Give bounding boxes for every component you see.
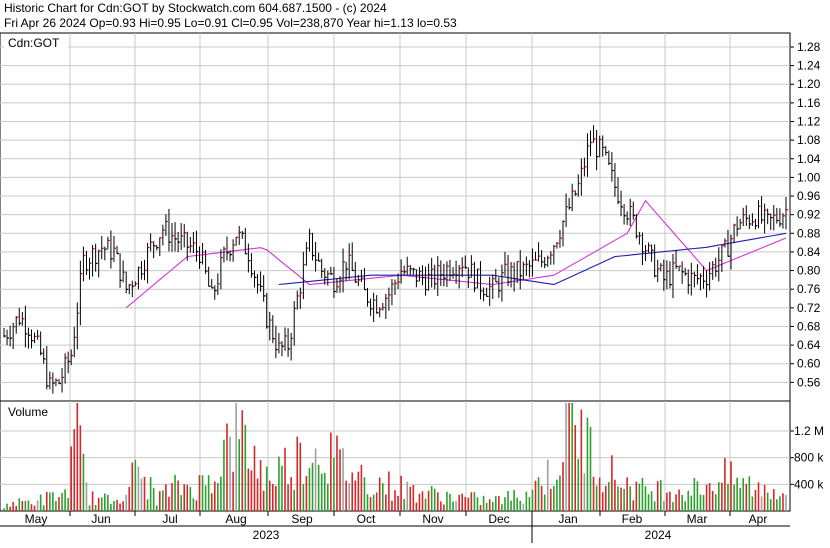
month-label: Oct — [357, 512, 376, 526]
price-tick-label: 0.96 — [797, 189, 821, 203]
year-label: 2024 — [645, 528, 672, 542]
month-label: Mar — [687, 512, 708, 526]
month-label: Jan — [558, 512, 577, 526]
price-tick-label: 0.56 — [797, 375, 821, 389]
price-tick-label: 1.20 — [797, 77, 821, 91]
price-tick-label: 1.28 — [797, 40, 821, 54]
month-label: Nov — [422, 512, 443, 526]
price-tick-label: 0.80 — [797, 264, 821, 278]
price-tick-label: 0.64 — [797, 338, 821, 352]
month-label: Feb — [622, 512, 643, 526]
month-label: Jul — [162, 512, 177, 526]
month-label: May — [25, 512, 48, 526]
price-tick-label: 0.68 — [797, 319, 821, 333]
price-tick-label: 1.16 — [797, 96, 821, 110]
price-tick-label: 1.04 — [797, 152, 821, 166]
price-tick-label: 0.88 — [797, 226, 821, 240]
month-label: Aug — [225, 512, 246, 526]
volume-axis: 400 k 800 k 1.2 M — [790, 424, 824, 491]
month-label: Apr — [749, 512, 768, 526]
price-tick-label: 1.00 — [797, 170, 821, 184]
price-tick-label: 0.72 — [797, 301, 821, 315]
chart-header-line1: Historic Chart for Cdn:GOT by Stockwatch… — [4, 1, 387, 15]
volume-tick-label: 400 k — [794, 477, 824, 491]
volume-tick-label: 1.2 M — [794, 424, 824, 438]
symbol-label: Cdn:GOT — [8, 36, 60, 50]
price-tick-label: 1.08 — [797, 133, 821, 147]
month-label: Jun — [91, 512, 110, 526]
price-tick-label: 1.12 — [797, 115, 821, 129]
price-tick-label: 0.60 — [797, 357, 821, 371]
volume-label: Volume — [8, 405, 48, 419]
chart-header-line2: Fri Apr 26 2024 Op=0.93 Hi=0.95 Lo=0.91 … — [4, 16, 457, 30]
volume-tick-label: 800 k — [794, 451, 824, 465]
month-label: Dec — [488, 512, 509, 526]
price-tick-label: 1.24 — [797, 59, 821, 73]
price-tick-label: 0.92 — [797, 208, 821, 222]
year-label: 2023 — [253, 528, 280, 542]
stock-chart: Historic Chart for Cdn:GOT by Stockwatch… — [0, 0, 830, 543]
month-label: Sep — [291, 512, 313, 526]
price-tick-label: 0.84 — [797, 245, 821, 259]
price-tick-label: 0.76 — [797, 282, 821, 296]
